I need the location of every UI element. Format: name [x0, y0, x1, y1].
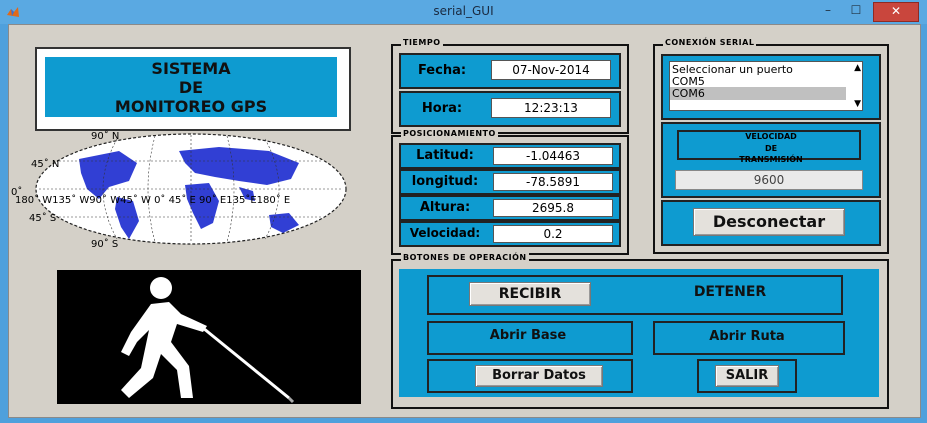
latitud-value: -1.04463: [493, 147, 613, 165]
title-line-2: DE: [178, 78, 204, 97]
hora-row: Hora: 12:23:13: [399, 91, 621, 127]
world-map: 90˚ N 45˚ N 0˚ 180˚ W135˚ W90˚ W45˚ W 0˚…: [9, 129, 389, 259]
abrir-base-frame: Abrir Base: [427, 321, 633, 355]
borrar-datos-frame: Borrar Datos: [427, 359, 633, 393]
longitud-row: longitud: -78.5891: [399, 169, 621, 195]
disconnect-button[interactable]: Desconectar: [693, 208, 845, 236]
botones-panel: BOTONES DE OPERACIÓN RECIBIR DETENER Abr…: [391, 253, 889, 409]
latitud-row: Latitud: -1.04463: [399, 143, 621, 169]
scroll-up-icon[interactable]: ▲: [854, 63, 861, 73]
recibir-detener-frame: RECIBIR DETENER: [427, 275, 843, 315]
blind-pedestrian-icon: [121, 277, 295, 404]
velocidad-label: Velocidad:: [409, 226, 481, 240]
salir-button[interactable]: SALIR: [715, 365, 779, 387]
minimize-button[interactable]: –: [815, 2, 841, 20]
tiempo-panel: TIEMPO Fecha: 07-Nov-2014 Hora: 12:23:13: [391, 38, 629, 134]
longitud-label: longitud:: [411, 174, 479, 189]
map-lat-45n: 45˚ N: [31, 159, 60, 170]
app-window: serial_GUI – ☐ ✕ SISTEMA DE MONITOREO GP…: [0, 0, 927, 423]
latitud-label: Latitud:: [416, 148, 474, 163]
velocidad-line-2: DE: [764, 144, 778, 153]
title-frame: SISTEMA DE MONITOREO GPS: [35, 47, 351, 131]
velocidad-line-3: TRANSMISIÓN: [739, 155, 803, 164]
velocidad-row: Velocidad: 0.2: [399, 221, 621, 247]
maximize-button[interactable]: ☐: [843, 2, 869, 20]
posicionamiento-title: POSICIONAMIENTO: [401, 129, 498, 138]
close-button[interactable]: ✕: [873, 2, 919, 22]
velocidad-line-1: VELOCIDAD: [745, 132, 797, 141]
hora-value: 12:23:13: [491, 98, 611, 118]
recibir-button[interactable]: RECIBIR: [469, 282, 591, 306]
fecha-value: 07-Nov-2014: [491, 60, 611, 80]
botones-area: RECIBIR DETENER Abrir Base Abrir Ruta Bo…: [399, 269, 879, 397]
conexion-panel: CONEXIÓN SERIAL Seleccionar un puerto CO…: [653, 38, 889, 254]
longitud-value: -78.5891: [493, 173, 613, 191]
altura-label: Altura:: [419, 200, 471, 215]
botones-title: BOTONES DE OPERACIÓN: [401, 253, 529, 262]
title-line-1: SISTEMA: [151, 59, 231, 78]
world-map-plot: [35, 133, 347, 245]
port-option-com6[interactable]: COM6: [670, 87, 846, 100]
title-box: SISTEMA DE MONITOREO GPS: [45, 57, 337, 117]
fecha-label: Fecha:: [417, 63, 467, 78]
disconnect-frame: Desconectar: [661, 200, 881, 246]
abrir-ruta-frame: Abrir Ruta: [653, 321, 845, 355]
window-title: serial_GUI: [433, 4, 494, 18]
conexion-title: CONEXIÓN SERIAL: [663, 38, 757, 47]
posicionamiento-panel: POSICIONAMIENTO Latitud: -1.04463 longit…: [391, 129, 629, 255]
map-lat-45s: 45˚ S: [29, 213, 57, 224]
borrar-datos-button[interactable]: Borrar Datos: [475, 365, 603, 387]
port-selector-frame: Seleccionar un puerto COM5 COM6 ▲ ▼: [661, 54, 881, 120]
baud-rate-field[interactable]: 9600: [675, 170, 863, 190]
tiempo-title: TIEMPO: [401, 38, 443, 47]
altura-row: Altura: 2695.8: [399, 195, 621, 221]
scroll-down-icon[interactable]: ▼: [854, 99, 861, 109]
blind-pedestrian-panel: [57, 270, 361, 404]
title-line-3: MONITOREO GPS: [114, 97, 268, 116]
velocidad-value: 0.2: [493, 225, 613, 243]
figure-area: SISTEMA DE MONITOREO GPS 90˚ N 45˚ N 0˚ …: [8, 24, 921, 418]
salir-frame: SALIR: [697, 359, 797, 393]
altura-value: 2695.8: [493, 199, 613, 217]
map-lat-90n: 90˚ N: [91, 131, 120, 142]
title-bar[interactable]: serial_GUI – ☐ ✕: [0, 0, 927, 24]
map-lat-90s: 90˚ S: [91, 239, 119, 250]
fecha-row: Fecha: 07-Nov-2014: [399, 53, 621, 89]
detener-button[interactable]: DETENER: [665, 280, 795, 304]
velocidad-frame: VELOCIDAD DE TRANSMISIÓN 9600: [661, 122, 881, 198]
abrir-base-button[interactable]: Abrir Base: [461, 326, 595, 346]
port-listbox[interactable]: Seleccionar un puerto COM5 COM6 ▲ ▼: [669, 61, 863, 111]
abrir-ruta-button[interactable]: Abrir Ruta: [681, 327, 813, 347]
hora-label: Hora:: [421, 101, 463, 116]
map-lon-labels: 180˚ W135˚ W90˚ W45˚ W 0˚ 45˚ E 90˚ E135…: [15, 195, 291, 206]
